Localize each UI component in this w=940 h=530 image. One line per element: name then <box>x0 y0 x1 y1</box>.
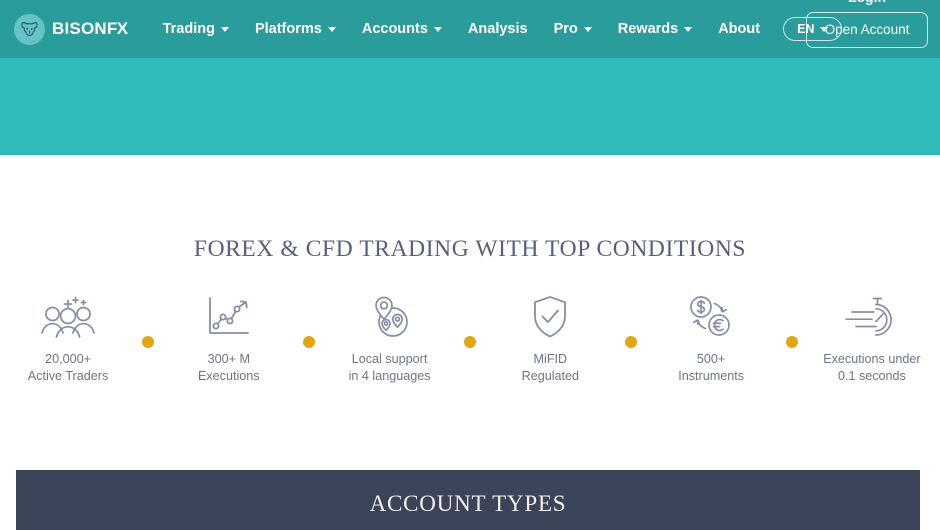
currency-exchange-icon <box>687 292 735 342</box>
feature-execution-speed-label: Executions under 0.1 seconds <box>823 352 921 383</box>
brand-name: BISONFX <box>52 19 128 39</box>
feature-mifid-regulated: MiFID Regulated <box>496 292 604 384</box>
top-navigation-bar: BISONFX Trading Platforms Accounts Analy… <box>0 0 940 58</box>
feature-active-traders: 20,000+ Active Traders <box>14 292 122 384</box>
feature-execution-speed: Executions under 0.1 seconds <box>818 292 926 384</box>
chevron-down-icon <box>433 26 442 32</box>
chevron-down-icon <box>684 26 693 32</box>
brand-logo[interactable]: BISONFX <box>14 13 128 45</box>
people-group-icon <box>39 292 97 342</box>
nav-item-pro-label: Pro <box>553 21 578 37</box>
auth-buttons: Login Open Account <box>806 0 928 48</box>
nav-item-trading[interactable]: Trading <box>150 21 242 37</box>
brand-name-primary: BISON <box>52 19 107 38</box>
nav-item-about-label: About <box>718 21 761 37</box>
nav-item-platforms-label: Platforms <box>254 21 322 37</box>
nav-item-pro[interactable]: Pro <box>541 21 605 37</box>
nav-item-analysis[interactable]: Analysis <box>455 21 541 37</box>
map-pins-icon <box>367 292 413 342</box>
nav-item-trading-label: Trading <box>162 21 215 37</box>
page-title: FOREX & CFD TRADING WITH TOP CONDITIONS <box>193 236 747 262</box>
feature-instruments: 500+ Instruments <box>657 292 765 384</box>
nav-item-analysis-label: Analysis <box>467 21 528 37</box>
chevron-down-icon <box>327 26 336 32</box>
page-root: BISONFX Trading Platforms Accounts Analy… <box>0 0 940 530</box>
account-types-title: ACCOUNT TYPES <box>369 491 567 516</box>
nav-item-accounts[interactable]: Accounts <box>349 21 455 37</box>
brand-name-secondary: FX <box>106 19 128 38</box>
shield-check-icon <box>530 292 570 342</box>
feature-executions: 300+ M Executions <box>175 292 283 384</box>
bison-head-icon <box>14 13 45 45</box>
nav-item-rewards[interactable]: Rewards <box>605 21 705 37</box>
stopwatch-speed-icon <box>840 292 904 342</box>
growth-chart-icon <box>205 292 253 342</box>
feature-separator-dot <box>624 336 637 348</box>
login-button[interactable]: Login <box>806 0 928 12</box>
feature-separator-dot <box>303 336 316 348</box>
chevron-down-icon <box>583 26 592 32</box>
chevron-down-icon <box>220 26 229 32</box>
feature-local-support-label: Local support in 4 languages <box>348 352 431 383</box>
feature-instruments-label: 500+ Instruments <box>678 352 745 383</box>
main-menu: Trading Platforms Accounts Analysis Pro … <box>150 17 843 41</box>
feature-executions-label: 300+ M Executions <box>197 352 260 383</box>
feature-mifid-regulated-label: MiFID Regulated <box>521 352 580 383</box>
feature-active-traders-label: 20,000+ Active Traders <box>27 352 109 383</box>
account-types-section: ACCOUNT TYPES <box>16 470 920 530</box>
nav-item-about[interactable]: About <box>705 21 773 37</box>
nav-item-platforms[interactable]: Platforms <box>242 21 349 37</box>
nav-item-rewards-label: Rewards <box>617 21 679 37</box>
nav-item-accounts-label: Accounts <box>361 21 428 37</box>
feature-local-support: Local support in 4 languages <box>336 292 444 384</box>
open-account-button[interactable]: Open Account <box>806 12 928 48</box>
feature-highlights: 20,000+ Active Traders 300+ M Executions… <box>14 292 926 384</box>
feature-separator-dot <box>142 336 155 348</box>
hero-banner <box>0 58 940 155</box>
feature-separator-dot <box>785 336 798 348</box>
feature-separator-dot <box>463 336 476 348</box>
